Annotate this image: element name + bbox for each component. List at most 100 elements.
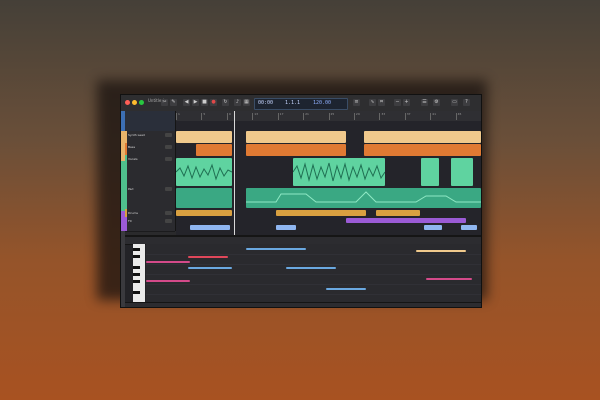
midi-note[interactable]	[246, 248, 306, 250]
audio-clip[interactable]	[421, 158, 439, 186]
stop-button[interactable]: ■	[201, 99, 208, 106]
track-color	[125, 185, 127, 209]
ruler-tick	[404, 113, 406, 120]
midi-note[interactable]	[188, 256, 228, 258]
midi-note[interactable]	[416, 250, 466, 252]
track-list: Synth Lead Bass Vocals Pad Drums FX	[125, 111, 176, 232]
note-grid[interactable]	[146, 244, 481, 302]
scissors-icon[interactable]: ✂	[161, 99, 168, 106]
midi-clip[interactable]	[246, 144, 346, 156]
audio-clip[interactable]	[246, 131, 346, 143]
ruler-label: 1	[178, 112, 180, 116]
audio-clip[interactable]	[176, 158, 232, 186]
pencil-icon[interactable]: ✎	[170, 99, 177, 106]
zoom-in-icon[interactable]: +	[403, 99, 410, 106]
black-key[interactable]	[133, 280, 140, 283]
midi-clip[interactable]	[364, 144, 481, 156]
track-name: Bass	[128, 145, 136, 149]
grid-icon[interactable]: ▦	[243, 99, 250, 106]
ruler-label: 45	[457, 112, 462, 116]
track-color	[125, 155, 127, 185]
audio-clip[interactable]	[176, 131, 232, 143]
marker-clip[interactable]	[276, 225, 296, 230]
audio-clip[interactable]	[246, 188, 481, 208]
marker-clip[interactable]	[190, 225, 230, 230]
ruler-tick	[277, 113, 279, 120]
ruler-tick	[252, 113, 254, 120]
ruler-label: 37	[406, 112, 411, 116]
midi-note[interactable]	[286, 267, 336, 269]
metronome-icon[interactable]: ♪	[234, 99, 241, 106]
track-header[interactable]: FX	[125, 217, 175, 232]
playhead[interactable]	[234, 111, 235, 235]
ruler-label: 41	[432, 112, 436, 116]
ruler-tick	[176, 113, 177, 120]
ruler-tick	[353, 113, 355, 120]
arrange-view[interactable]: 1 5 9 13 17 21 25 29 33 37 41 45	[176, 111, 481, 235]
fx-clip[interactable]	[346, 218, 466, 223]
marker-clip[interactable]	[424, 225, 442, 230]
midi-note[interactable]	[326, 288, 366, 290]
audio-clip[interactable]	[451, 158, 473, 186]
track-header[interactable]: Vocals	[125, 155, 175, 186]
ruler-tick	[455, 113, 457, 120]
marker-clip[interactable]	[461, 225, 477, 230]
panel-icon[interactable]: ▭	[451, 99, 458, 106]
black-key[interactable]	[133, 291, 140, 294]
piano-keys[interactable]	[133, 244, 145, 302]
black-key[interactable]	[133, 248, 140, 251]
automation-icon[interactable]: ∿	[369, 99, 376, 106]
tempo-readout: 120.00	[313, 100, 332, 106]
ruler-label: 17	[279, 112, 284, 116]
mute-solo-buttons[interactable]	[165, 133, 172, 137]
mute-solo-buttons[interactable]	[165, 157, 172, 161]
minimize-button[interactable]	[132, 100, 137, 105]
mute-solo-buttons[interactable]	[165, 187, 172, 191]
automation-curve	[246, 191, 481, 203]
track-color	[125, 143, 127, 155]
track-name: Synth Lead	[128, 133, 145, 137]
midi-clip[interactable]	[276, 210, 366, 216]
audio-clip[interactable]	[293, 158, 385, 186]
midi-clip[interactable]	[176, 210, 232, 216]
play-button[interactable]: ▶	[192, 99, 199, 106]
midi-note[interactable]	[426, 278, 472, 280]
close-button[interactable]	[125, 100, 130, 105]
midi-note[interactable]	[146, 280, 190, 282]
midi-note[interactable]	[146, 261, 190, 263]
editor-statusbar	[125, 302, 481, 307]
zoom-button[interactable]	[139, 100, 144, 105]
daw-window: Untitled ✂ ✎ ◀ ▶ ■ ● ↻ ♪ ▦ 00:00 1.1.1 1…	[120, 94, 482, 308]
audio-clip[interactable]	[176, 188, 232, 208]
record-button[interactable]: ●	[210, 99, 217, 106]
mute-solo-buttons[interactable]	[165, 219, 172, 223]
mixer-icon[interactable]: ≡	[353, 99, 360, 106]
track-name: Vocals	[128, 157, 138, 161]
snap-icon[interactable]: ⌗	[378, 99, 385, 106]
inspector-header	[125, 111, 175, 132]
ruler-tick	[303, 113, 305, 120]
midi-clip[interactable]	[196, 144, 232, 156]
transport-display[interactable]: 00:00 1.1.1 120.00	[254, 98, 348, 110]
track-name: Drums	[128, 211, 138, 215]
track-color	[125, 217, 127, 231]
black-key[interactable]	[133, 266, 140, 269]
midi-clip[interactable]	[376, 210, 420, 216]
piano-roll-editor[interactable]	[125, 235, 481, 307]
rewind-button[interactable]: ◀	[183, 99, 190, 106]
loop-icon[interactable]: ↻	[222, 99, 229, 106]
browser-icon[interactable]: ☰	[421, 99, 428, 106]
bars-readout: 1.1.1	[285, 100, 301, 106]
black-key[interactable]	[133, 255, 140, 258]
mute-solo-buttons[interactable]	[165, 211, 172, 215]
black-key[interactable]	[133, 273, 140, 276]
zoom-out-icon[interactable]: −	[394, 99, 401, 106]
audio-clip[interactable]	[364, 131, 481, 143]
help-icon[interactable]: ?	[463, 99, 470, 106]
midi-note[interactable]	[188, 267, 232, 269]
settings-icon[interactable]: ⚙	[433, 99, 440, 106]
ruler-label: 5	[203, 112, 206, 116]
mute-solo-buttons[interactable]	[165, 145, 172, 149]
track-name: Pad	[128, 187, 134, 191]
track-header[interactable]: Pad	[125, 185, 175, 210]
